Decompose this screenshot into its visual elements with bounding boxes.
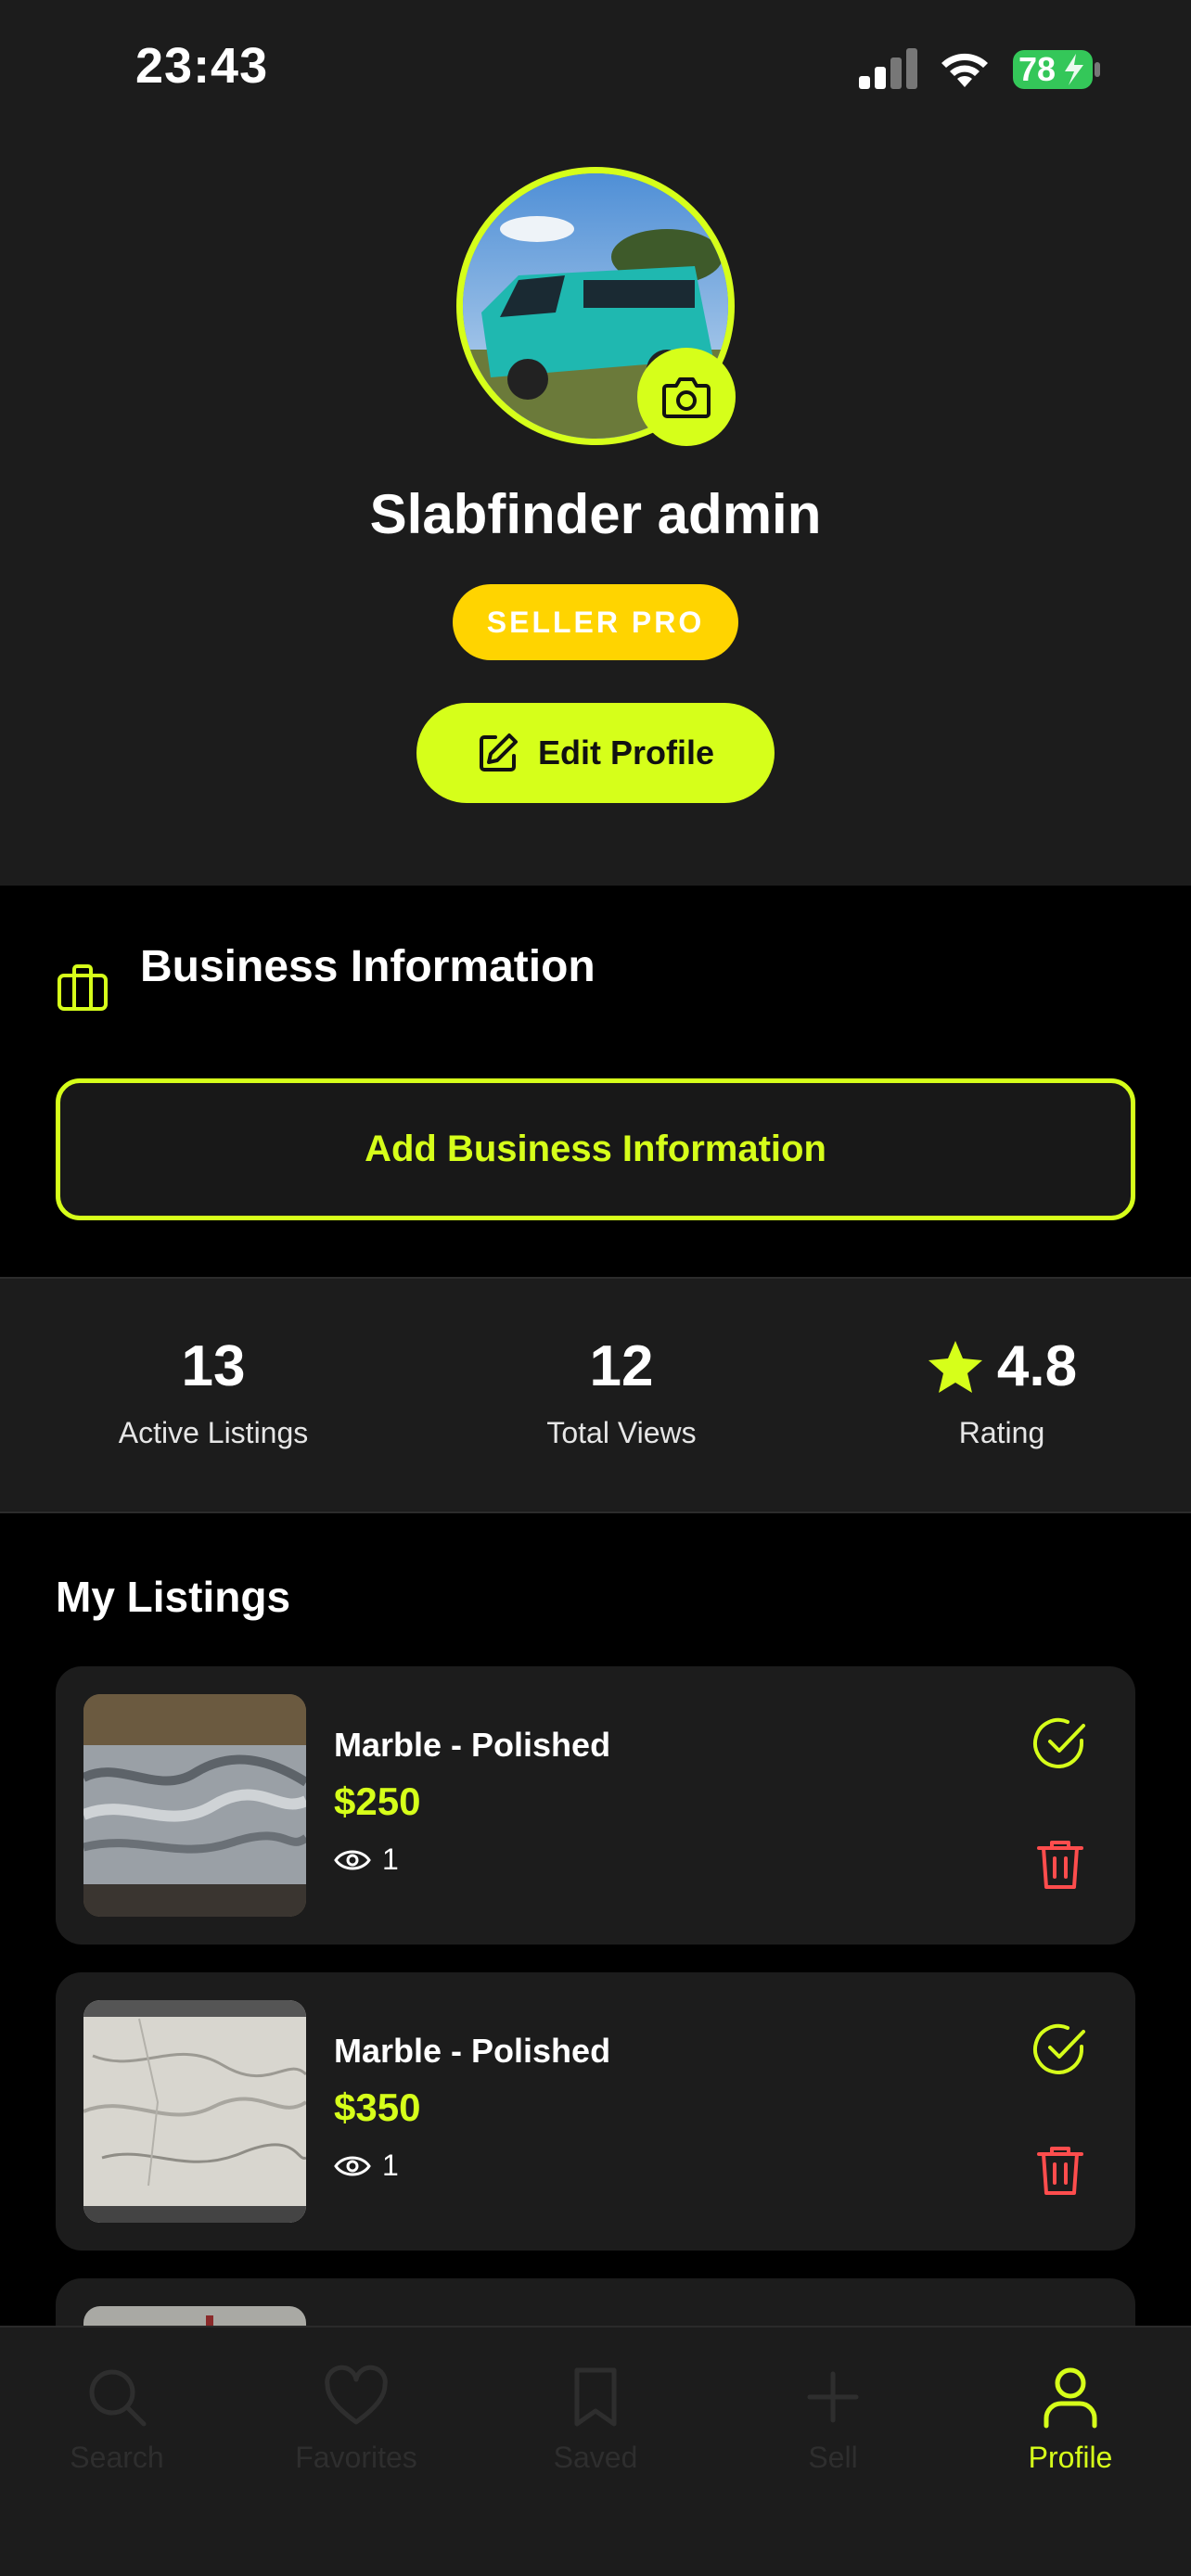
my-listings-title: My Listings <box>56 1573 291 1621</box>
mark-sold-check-icon[interactable] <box>1031 2021 1089 2078</box>
stat-rating: 4.8 Rating <box>890 1333 1113 1450</box>
listing-card[interactable]: Marble - Polished $250 1 <box>56 1666 1135 1945</box>
nav-label: Profile <box>1028 2441 1113 2474</box>
listing-title: Marble - Polished <box>334 1726 611 1764</box>
delete-trash-icon[interactable] <box>1031 2141 1089 2199</box>
bookmark-icon <box>574 2367 617 2427</box>
edit-icon <box>479 733 518 772</box>
stat-active-listings: 13 Active Listings <box>83 1333 343 1450</box>
edit-profile-button[interactable]: Edit Profile <box>416 703 775 803</box>
nav-item-profile[interactable]: Profile <box>978 2365 1163 2475</box>
nav-item-favorites[interactable]: Favorites <box>263 2365 449 2475</box>
camera-icon <box>662 377 711 418</box>
stat-label: Active Listings <box>118 1416 309 1449</box>
views-count: 1 <box>382 2149 399 2182</box>
plus-icon <box>807 2371 859 2423</box>
signal-icon <box>859 48 917 89</box>
nav-label: Favorites <box>295 2441 417 2474</box>
battery-indicator: 78 <box>1011 48 1104 91</box>
eye-icon <box>334 2156 371 2175</box>
search-icon <box>89 2369 147 2427</box>
seller-pro-badge: SELLER PRO <box>453 584 738 660</box>
nav-item-search[interactable]: Search <box>24 2365 210 2475</box>
nav-label: Sell <box>808 2441 858 2474</box>
listing-views: 1 <box>334 2149 399 2183</box>
stat-total-views: 12 Total Views <box>492 1333 751 1450</box>
heart-icon <box>325 2365 388 2425</box>
battery-level: 78 <box>1018 50 1057 88</box>
nav-item-sell[interactable]: Sell <box>740 2365 926 2475</box>
briefcase-icon <box>58 964 108 1011</box>
mark-sold-check-icon[interactable] <box>1031 1715 1089 1772</box>
stat-value: 13 <box>181 1334 246 1398</box>
nav-label: Search <box>70 2441 164 2474</box>
stat-value: 12 <box>589 1334 654 1398</box>
star-icon <box>928 1340 982 1393</box>
stat-label: Total Views <box>546 1416 697 1449</box>
nav-item-saved[interactable]: Saved <box>503 2365 688 2475</box>
listing-thumbnail <box>83 1694 306 1917</box>
business-info-title: Business Information <box>140 942 596 991</box>
add-business-info-button[interactable]: Add Business Information <box>56 1078 1135 1220</box>
edit-profile-label: Edit Profile <box>537 733 715 772</box>
stat-value: 4.8 <box>996 1334 1078 1398</box>
delete-trash-icon[interactable] <box>1031 1835 1089 1893</box>
stat-label: Rating <box>958 1416 1045 1449</box>
nav-label: Saved <box>553 2441 638 2474</box>
listing-price: $250 <box>334 1779 421 1823</box>
wifi-icon <box>941 53 988 87</box>
status-time: 23:43 <box>135 38 269 94</box>
listing-card[interactable]: Marble - Polished $350 1 <box>56 1972 1135 2251</box>
change-photo-button[interactable] <box>637 348 736 446</box>
profile-name: Slabfinder admin <box>369 483 822 545</box>
listing-price: $350 <box>334 2085 421 2129</box>
listing-views: 1 <box>334 1843 399 1877</box>
listing-title: Marble - Polished <box>334 2032 611 2070</box>
user-icon <box>1044 2367 1097 2429</box>
eye-icon <box>334 1850 371 1869</box>
listing-thumbnail <box>83 2000 306 2223</box>
views-count: 1 <box>382 1843 399 1876</box>
